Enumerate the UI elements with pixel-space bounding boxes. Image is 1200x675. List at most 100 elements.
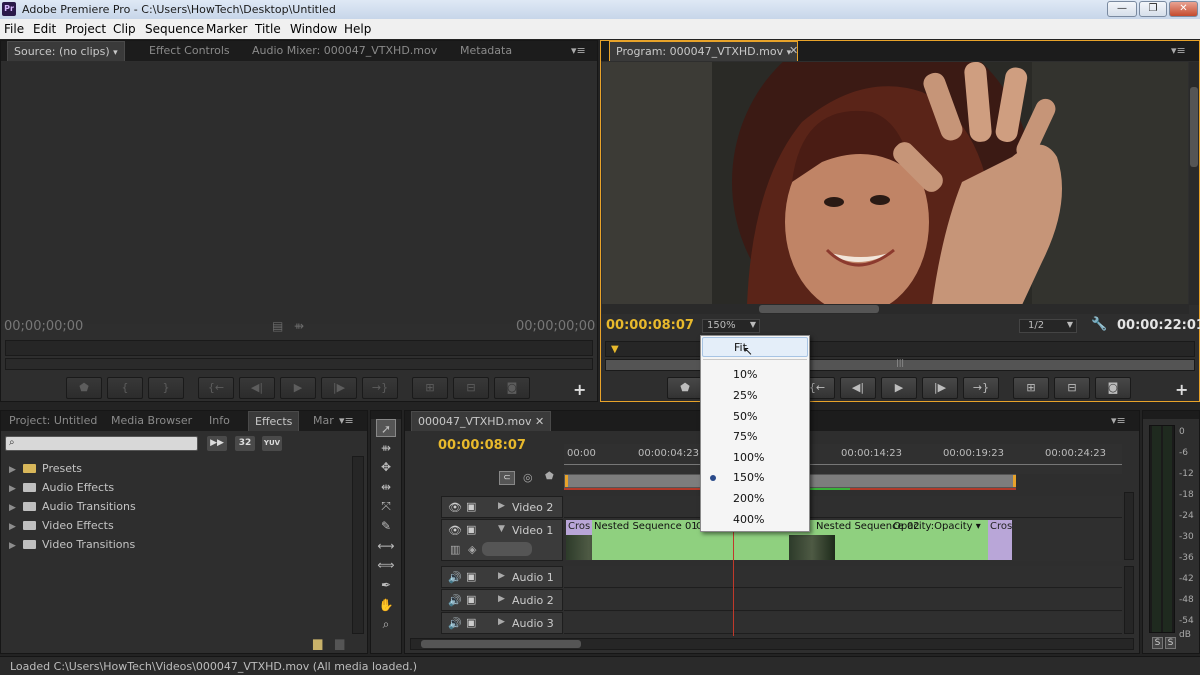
minimize-button[interactable]: — [1107, 1, 1137, 17]
tree-item-video-transitions[interactable]: ▶ Video Transitions [9, 538, 135, 551]
menu-title[interactable]: Title [255, 22, 281, 36]
menu-edit[interactable]: Edit [33, 22, 56, 36]
tab-media-browser[interactable]: Media Browser [105, 411, 198, 431]
lock-track-icon[interactable]: ▣ [466, 500, 476, 513]
chevron-down-icon[interactable]: ▾ [113, 48, 118, 58]
grip-icon[interactable]: ||| [896, 358, 904, 367]
source-timecode-in[interactable]: 00;00;00;00 [4, 319, 83, 334]
ripple-edit-tool-icon[interactable]: ✥ [376, 458, 396, 476]
tab-effects[interactable]: Effects [248, 411, 300, 431]
slip-tool-icon[interactable]: ⟷ [376, 537, 396, 555]
add-marker-button[interactable]: ⬟ [66, 377, 102, 399]
clip-opacity-label[interactable]: Opacity:Opacity ▾ [893, 521, 981, 532]
source-time-bar[interactable] [5, 358, 593, 370]
eye-icon[interactable]: 👁 [448, 524, 462, 537]
tree-item-audio-effects[interactable]: ▶ Audio Effects [9, 481, 114, 494]
selection-tool-icon[interactable]: ➚ [376, 419, 396, 437]
tree-item-audio-transitions[interactable]: ▶ Audio Transitions [9, 500, 136, 513]
snap-icon[interactable]: ⊂ [499, 471, 515, 485]
program-timecode-current[interactable]: 00:00:08:07 [606, 318, 694, 333]
32bit-effects-icon[interactable]: 32 [235, 436, 255, 451]
solo-left-button[interactable]: S [1152, 637, 1163, 649]
speaker-icon[interactable]: 🔊 [448, 594, 462, 607]
tree-item-video-effects[interactable]: ▶ Video Effects [9, 519, 114, 532]
lock-track-icon[interactable]: ▣ [466, 616, 476, 629]
zoom-option-50[interactable]: 50% [702, 407, 808, 427]
close-tab-icon[interactable]: ✕ [535, 415, 544, 428]
audio-3-lane[interactable] [564, 612, 1122, 634]
close-tab-icon[interactable]: ✕ [783, 41, 804, 61]
go-to-out-button[interactable]: →} [963, 377, 999, 399]
zoom-option-150[interactable]: 150% [702, 468, 808, 488]
expand-icon[interactable]: ▶ [9, 522, 23, 532]
resolution-dropdown[interactable]: 1/2 ▼ [1019, 319, 1077, 333]
expand-icon[interactable]: ▶ [9, 465, 23, 475]
zoom-option-100[interactable]: 100% [702, 448, 808, 468]
timeline-hscroll[interactable] [410, 638, 1134, 650]
track-video-2[interactable]: 👁 ▣ ▶ Video 2 [441, 496, 563, 518]
zoom-option-75[interactable]: 75% [702, 427, 808, 447]
expand-icon[interactable]: ▶ [9, 541, 23, 551]
track-video-1[interactable]: 👁 ▣ ▼ Video 1 ▥ ◈ [441, 519, 563, 561]
expand-track-icon[interactable]: ▶ [498, 594, 505, 604]
maximize-button[interactable]: ❐ [1139, 1, 1167, 17]
eye-icon[interactable]: 👁 [448, 501, 462, 514]
menu-marker[interactable]: Marker [206, 22, 247, 36]
source-viewer[interactable] [1, 62, 597, 324]
menu-window[interactable]: Window [290, 22, 337, 36]
solo-right-button[interactable]: S [1165, 637, 1176, 649]
track-select-tool-icon[interactable]: ⇻ [376, 439, 396, 457]
export-frame-button[interactable]: ◙ [494, 377, 530, 399]
effects-search-input[interactable]: ⌕ [5, 436, 198, 451]
timeline-ruler[interactable]: 00:00 00:00:04:23 00:00:14:23 00:00:19:2… [564, 444, 1122, 474]
expand-icon[interactable]: ▶ [9, 484, 23, 494]
transition-clip[interactable]: Cros [988, 520, 1012, 560]
track-audio-1[interactable]: 🔊 ▣ ▶ Audio 1 [441, 566, 563, 588]
program-vscroll[interactable] [1189, 62, 1199, 305]
audio-2-lane[interactable] [564, 589, 1122, 611]
play-button[interactable]: ▶ [881, 377, 917, 399]
yuv-effects-icon[interactable]: YUV [262, 436, 282, 451]
speaker-icon[interactable]: 🔊 [448, 617, 462, 630]
export-frame-button[interactable]: ◙ [1095, 377, 1131, 399]
step-back-button[interactable]: ◀| [239, 377, 275, 399]
rate-stretch-tool-icon[interactable]: ⤧ [376, 497, 396, 515]
slide-tool-icon[interactable]: ⟺ [376, 556, 396, 574]
tab-effect-controls[interactable]: Effect Controls [143, 41, 236, 61]
lock-track-icon[interactable]: ▣ [466, 523, 476, 536]
audio-tracks-vscroll[interactable] [1124, 566, 1134, 634]
source-timecode-out[interactable]: 00;00;00;00 [516, 319, 595, 334]
step-back-button[interactable]: ◀| [840, 377, 876, 399]
video-tracks-vscroll[interactable] [1124, 492, 1134, 560]
menu-project[interactable]: Project [65, 22, 106, 36]
lock-track-icon[interactable]: ▣ [466, 570, 476, 583]
zoom-option-200[interactable]: 200% [702, 489, 808, 509]
accelerated-effects-icon[interactable]: ▶▶ [207, 436, 227, 451]
lift-button[interactable]: ⊞ [1013, 377, 1049, 399]
wrench-icon[interactable]: 🔧 [1091, 317, 1107, 332]
set-marker-icon[interactable]: ◎ [523, 471, 533, 484]
marker-icon[interactable]: ⬟ [545, 471, 554, 482]
display-style-icon[interactable]: ▥ [450, 543, 460, 556]
effects-vscroll[interactable] [352, 456, 364, 634]
zoom-option-25[interactable]: 25% [702, 386, 808, 406]
expand-track-icon[interactable]: ▶ [498, 571, 505, 581]
track-audio-2[interactable]: 🔊 ▣ ▶ Audio 2 [441, 589, 563, 611]
zoom-tool-icon[interactable]: ⌕ [376, 615, 396, 633]
mark-in-button[interactable]: { [107, 377, 143, 399]
panel-menu-icon[interactable]: ▾≡ [333, 411, 360, 431]
mark-out-button[interactable]: } [148, 377, 184, 399]
extract-button[interactable]: ⊟ [1054, 377, 1090, 399]
program-scrubber[interactable]: ▼ [605, 341, 1195, 357]
expand-track-icon[interactable]: ▶ [498, 501, 505, 511]
program-video-frame[interactable] [602, 62, 1188, 305]
expand-track-icon[interactable]: ▶ [498, 617, 505, 627]
track-audio-3[interactable]: 🔊 ▣ ▶ Audio 3 [441, 612, 563, 634]
insert-button[interactable]: ⊞ [412, 377, 448, 399]
panel-menu-icon[interactable]: ▾≡ [1105, 411, 1132, 431]
source-scrubber[interactable] [5, 340, 593, 356]
expand-icon[interactable]: ▶ [9, 503, 23, 513]
speaker-icon[interactable]: 🔊 [448, 571, 462, 584]
step-forward-button[interactable]: |▶ [321, 377, 357, 399]
work-area-start[interactable] [565, 475, 568, 487]
